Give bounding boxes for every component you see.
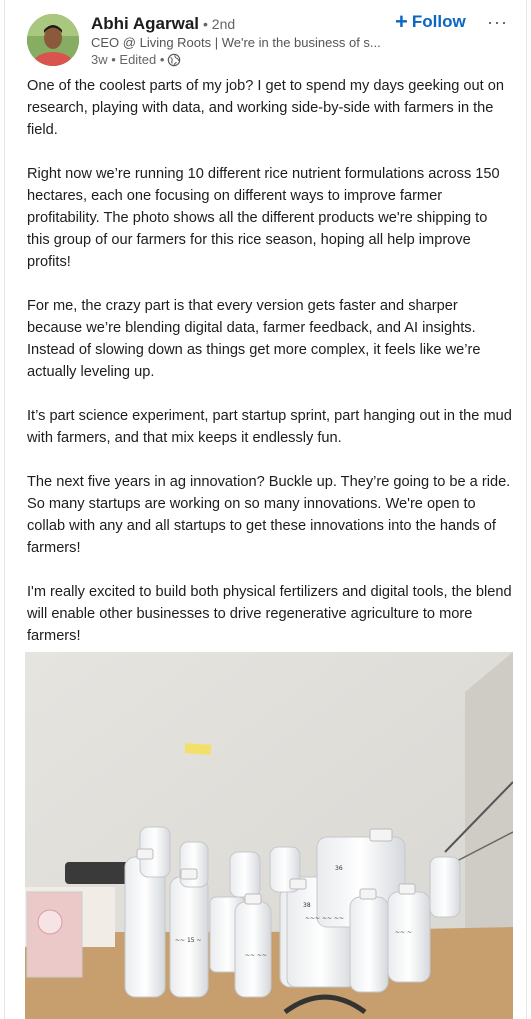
post-card: Abhi Agarwal • 2nd CEO @ Living Roots | W… xyxy=(4,0,527,1019)
avatar-photo xyxy=(27,14,79,66)
svg-text:38: 38 xyxy=(303,902,311,909)
post-text: One of the coolest parts of my job? I ge… xyxy=(27,75,513,669)
plus-icon: + xyxy=(395,9,408,34)
svg-text:~~ 15 ~: ~~ 15 ~ xyxy=(175,937,202,944)
svg-text:~~~ ~~ ~~: ~~~ ~~ ~~ xyxy=(305,915,344,922)
connection-degree: • 2nd xyxy=(203,16,236,32)
author-headline: CEO @ Living Roots | We're in the busine… xyxy=(91,35,381,50)
post-paragraph: I'm really excited to build both physica… xyxy=(27,584,512,644)
post-paragraph: For me, the crazy part is that every ver… xyxy=(27,298,481,380)
follow-label: Follow xyxy=(411,12,466,31)
post-paragraph: It’s part science experiment, part start… xyxy=(27,408,512,446)
post-paragraph: One of the coolest parts of my job? I ge… xyxy=(27,78,505,138)
author-name-line[interactable]: Abhi Agarwal • 2nd xyxy=(91,14,235,34)
author-name[interactable]: Abhi Agarwal xyxy=(91,14,199,33)
svg-text:~~ ~~: ~~ ~~ xyxy=(245,952,267,959)
more-icon[interactable]: ··· xyxy=(487,12,508,33)
follow-button[interactable]: + Follow xyxy=(395,9,466,34)
post-image[interactable]: 36 38 ~~~ ~~ ~~ ~~ 15 ~ ~~ ~~ ~~ ~ xyxy=(25,652,513,1019)
post-paragraph: The next five years in ag innovation? Bu… xyxy=(27,474,511,556)
post-meta: 3w • Edited • xyxy=(91,52,181,67)
svg-text:~~ ~: ~~ ~ xyxy=(395,929,412,936)
post-paragraph: Right now we’re running 10 different ric… xyxy=(27,166,500,270)
post-time: 3w • Edited • xyxy=(91,52,165,67)
avatar[interactable] xyxy=(27,14,79,66)
globe-icon xyxy=(168,53,181,66)
bottles-photo: 36 38 ~~~ ~~ ~~ ~~ 15 ~ ~~ ~~ ~~ ~ xyxy=(25,652,513,1019)
svg-text:36: 36 xyxy=(335,865,343,872)
